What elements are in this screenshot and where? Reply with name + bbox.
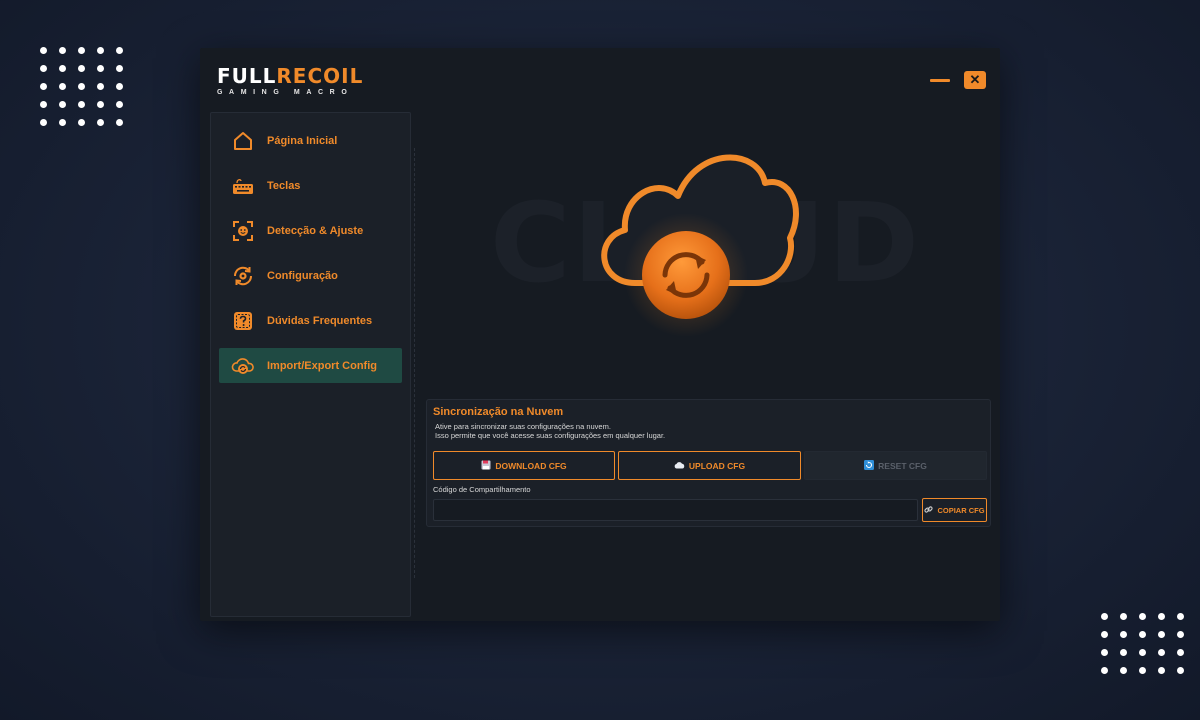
panel-description: Ative para sincronizar suas configuraçõe…: [435, 422, 665, 440]
sidebar-item-duvidas-frequentes[interactable]: Dúvidas Frequentes: [219, 303, 402, 338]
upload-cfg-label: UPLOAD CFG: [688, 460, 746, 471]
sidebar-item-label: Detecção & Ajuste: [267, 224, 364, 237]
face-detect-icon: [231, 219, 255, 243]
share-code-label: Código de Compartilhamento: [433, 485, 531, 494]
cloud-sync-panel: Sincronização na Nuvem Ative para sincro…: [426, 399, 991, 527]
keyboard-icon: [231, 174, 255, 198]
sidebar-item-label: Dúvidas Frequentes: [267, 314, 373, 327]
sidebar-item-import-export-config[interactable]: Import/Export Config: [219, 348, 402, 383]
floppy-disk-icon: [481, 460, 491, 472]
copy-cfg-button[interactable]: COPIAR CFG: [922, 498, 987, 522]
logo-text-white: FULL: [217, 64, 277, 88]
sidebar-item-label: Página Inicial: [267, 134, 338, 147]
download-cfg-label: DOWNLOAD CFG: [495, 460, 567, 471]
app-window: FULLRECOIL GAMING MACRO ✕ Página Inicial…: [200, 48, 1000, 621]
reset-icon: [864, 459, 875, 472]
decorative-dots-bottom-right: [1101, 613, 1185, 674]
sidebar-item-label: Configuração: [267, 269, 338, 282]
panel-description-line: Ative para sincronizar suas configuraçõe…: [435, 422, 611, 431]
sidebar-item-pagina-inicial[interactable]: Página Inicial: [219, 123, 402, 158]
cloud-sync-icon: [231, 354, 255, 378]
home-icon: [231, 129, 255, 153]
minimize-button[interactable]: [930, 79, 950, 82]
cloud-icon: [674, 461, 685, 471]
settings-sync-icon: [231, 264, 255, 288]
upload-cfg-button[interactable]: UPLOAD CFG: [618, 451, 801, 480]
reset-cfg-label: RESET CFG: [878, 460, 927, 471]
logo-subtitle: GAMING MACRO: [217, 89, 354, 96]
share-code-input[interactable]: [433, 499, 918, 521]
logo-text-orange: RECOIL: [276, 64, 364, 88]
copy-cfg-label: COPIAR CFG: [937, 505, 985, 515]
question-icon: [231, 309, 255, 333]
sidebar: Página Inicial Teclas Detecção & Ajuste …: [210, 112, 411, 617]
reset-cfg-button[interactable]: RESET CFG: [804, 451, 987, 480]
app-logo: FULLRECOIL GAMING MACRO: [217, 66, 363, 96]
sidebar-item-label: Import/Export Config: [267, 359, 377, 372]
panel-description-line: Isso permite que você acesse suas config…: [435, 431, 666, 440]
close-icon: ✕: [969, 72, 981, 87]
sidebar-item-teclas[interactable]: Teclas: [219, 168, 402, 203]
link-icon: [924, 505, 934, 516]
sidebar-item-label: Teclas: [267, 179, 301, 192]
panel-title: Sincronização na Nuvem: [433, 406, 564, 418]
download-cfg-button[interactable]: DOWNLOAD CFG: [433, 451, 615, 480]
sidebar-item-deteccao-ajuste[interactable]: Detecção & Ajuste: [219, 213, 402, 248]
cloud-sync-icon: [601, 154, 799, 337]
close-button[interactable]: ✕: [964, 71, 986, 89]
sidebar-item-configuracao[interactable]: Configuração: [219, 258, 402, 293]
cloud-hero: CLOUD: [490, 128, 920, 358]
decorative-dots-top-left: [40, 47, 124, 126]
divider: [414, 148, 415, 578]
